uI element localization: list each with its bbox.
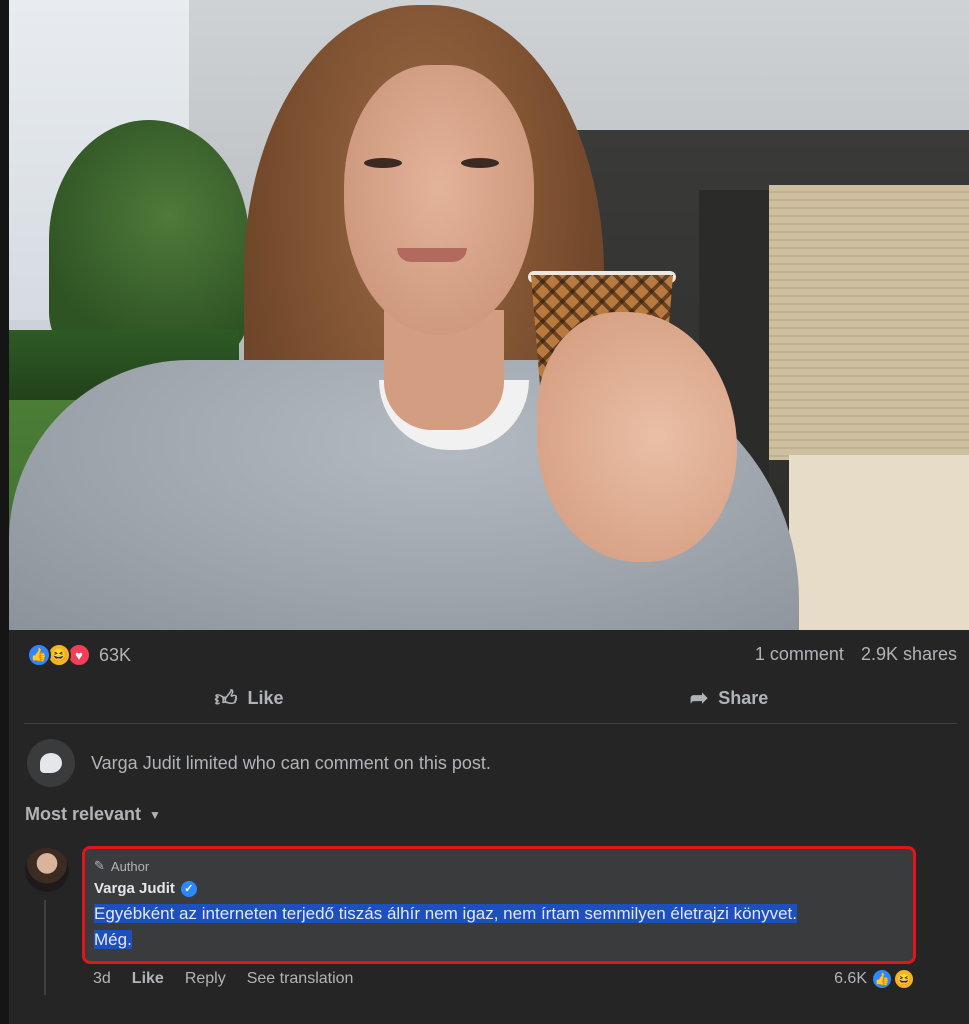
verified-badge-icon: ✓	[180, 880, 197, 897]
comment-sort-dropdown[interactable]: Most relevant ▼	[25, 804, 161, 825]
like-button[interactable]: 👍︎ Like	[9, 672, 489, 724]
comment-reactions[interactable]: 6.6K 👍 😆	[834, 968, 915, 990]
comment-text: Egyébként az interneten terjedő tiszás á…	[94, 901, 894, 953]
reaction-count: 63K	[99, 644, 132, 665]
avatar[interactable]	[25, 848, 69, 892]
reaction-summary[interactable]: 👍 😆 ♥ 63K	[27, 643, 131, 667]
thread-line	[44, 900, 46, 995]
comment-reaction-count: 6.6K	[834, 970, 867, 987]
share-arrow-icon: ➦	[689, 685, 709, 710]
comment-text-line-2: Még.	[94, 930, 132, 949]
see-translation-button[interactable]: See translation	[247, 970, 354, 988]
shares-count[interactable]: 2.9K shares	[861, 644, 957, 665]
author-badge: ✎ Author	[94, 858, 904, 874]
like-label: Like	[247, 687, 284, 708]
action-divider	[24, 723, 957, 724]
author-badge-label: Author	[110, 858, 150, 874]
post-action-bar: 👍︎ Like ➦ Share	[9, 672, 969, 724]
facebook-post: 👍 😆 ♥ 63K 1 comment 2.9K shares 👍︎ Like …	[9, 0, 969, 1024]
comments-count[interactable]: 1 comment	[755, 644, 844, 665]
caret-down-icon: ▼	[149, 807, 161, 822]
sort-label: Most relevant	[25, 804, 142, 824]
comment-meta: 3d Like Reply See translation	[93, 970, 353, 988]
comment-reply-button[interactable]: Reply	[185, 970, 226, 988]
comment-text-line-1: Egyébként az interneten terjedő tiszás á…	[94, 904, 797, 923]
share-label: Share	[718, 687, 769, 708]
commenter-name[interactable]: Varga Judit	[94, 880, 175, 897]
comment-bubble: ✎ Author Varga Judit ✓ Egyébként az inte…	[82, 846, 916, 964]
comment-restriction-notice: Varga Judit limited who can comment on t…	[27, 738, 491, 788]
thumbs-up-icon: 👍︎	[214, 685, 238, 711]
like-icon: 👍	[27, 643, 51, 667]
like-icon: 👍	[871, 968, 893, 990]
comment-time[interactable]: 3d	[93, 970, 111, 988]
speech-bubble-icon	[27, 739, 75, 787]
notice-text: Varga Judit limited who can comment on t…	[91, 752, 491, 773]
post-photo[interactable]	[9, 0, 969, 630]
comment-like-button[interactable]: Like	[132, 970, 164, 988]
share-button[interactable]: ➦ Share	[489, 672, 969, 724]
haha-icon: 😆	[893, 968, 915, 990]
left-edge-strip	[0, 0, 9, 1024]
pen-icon: ✎	[94, 858, 105, 873]
